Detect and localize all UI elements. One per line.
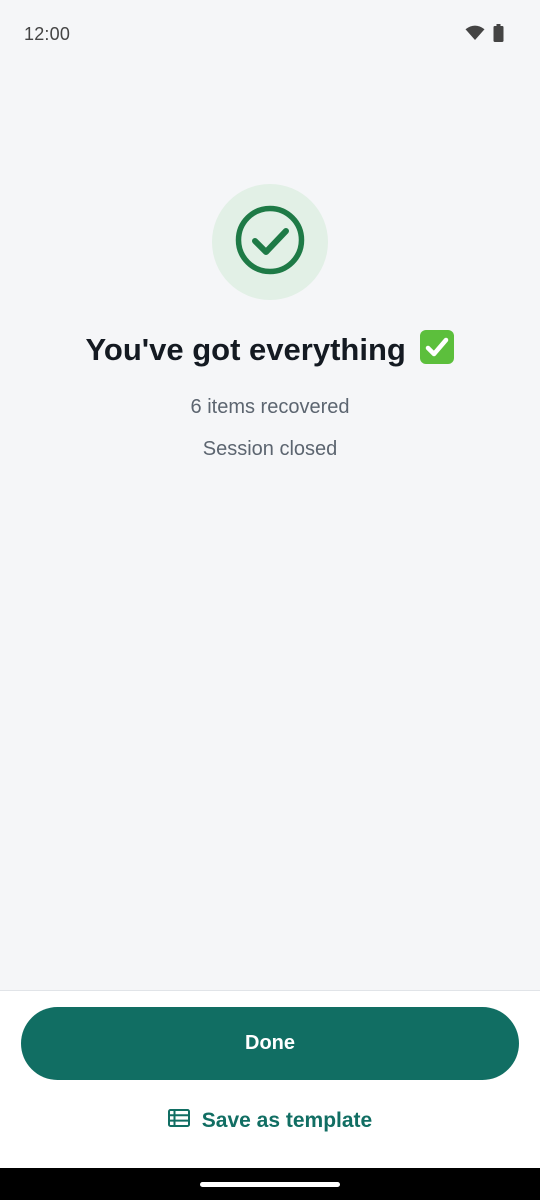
title-text: You've got everything — [85, 332, 406, 367]
page-title: You've got everything — [0, 330, 540, 368]
bottom-action-sheet: Done Save as template — [0, 990, 540, 1168]
save-as-template-button[interactable]: Save as template — [0, 1101, 540, 1141]
home-gesture-handle[interactable] — [200, 1182, 340, 1187]
list-icon — [167, 1109, 190, 1133]
done-button[interactable]: Done — [21, 1007, 519, 1080]
screen: 12:00 You've got everything 6 items reco… — [0, 0, 540, 1200]
save-as-template-label: Save as template — [201, 1109, 373, 1132]
session-status-text: Session closed — [202, 438, 338, 460]
battery-icon — [493, 24, 504, 42]
success-badge — [212, 184, 328, 300]
items-recovered-text: 6 items recovered — [190, 396, 350, 418]
status-time: 12:00 — [24, 24, 71, 44]
status-icons — [465, 24, 504, 42]
check-circle-icon — [234, 204, 306, 281]
wifi-icon — [465, 25, 485, 41]
status-bar: 12:00 — [0, 0, 540, 70]
system-nav-bar — [0, 1168, 540, 1200]
check-mark-emoji-icon — [420, 330, 455, 364]
